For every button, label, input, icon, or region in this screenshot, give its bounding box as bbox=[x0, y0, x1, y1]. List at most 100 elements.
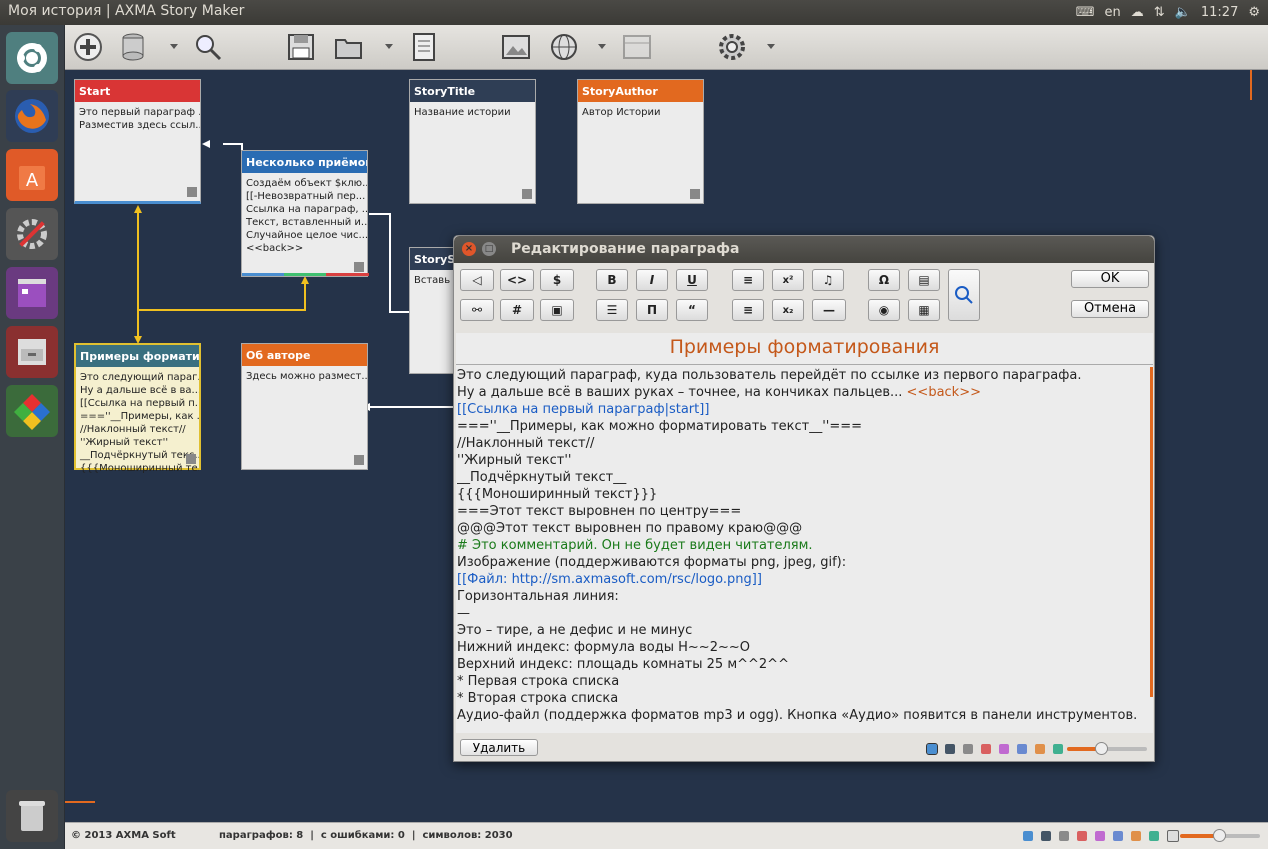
list-button[interactable]: ☰ bbox=[596, 299, 628, 321]
panel-button[interactable]: ▤ bbox=[908, 269, 940, 291]
clock[interactable]: 11:27 bbox=[1201, 5, 1238, 20]
files-icon[interactable] bbox=[6, 326, 58, 378]
paragraph-text-area[interactable]: Это следующий параграф, куда пользовател… bbox=[457, 367, 1149, 725]
hash-button[interactable]: # bbox=[500, 299, 534, 321]
resize-handle[interactable] bbox=[187, 187, 197, 197]
network-icon[interactable]: ⇅ bbox=[1154, 5, 1165, 20]
subscript-button[interactable]: x₂ bbox=[772, 299, 804, 321]
calendar-icon[interactable] bbox=[621, 31, 653, 63]
axma-story-maker-icon[interactable] bbox=[6, 385, 58, 437]
power-icon[interactable]: ⚙ bbox=[1248, 5, 1260, 20]
trash-icon[interactable] bbox=[6, 790, 58, 842]
paragraph-card-tricks[interactable]: Несколько приёмов Создаём объект $клю...… bbox=[241, 150, 369, 277]
audio-button[interactable]: ♫ bbox=[812, 269, 844, 291]
svg-text:A: A bbox=[26, 170, 39, 191]
search-icon[interactable] bbox=[192, 31, 224, 63]
delete-button[interactable]: Удалить bbox=[460, 739, 538, 756]
resize-handle[interactable] bbox=[186, 454, 196, 464]
cloud-icon[interactable]: ☁ bbox=[1131, 5, 1144, 20]
paragraph-card-formatting[interactable]: Примеры форматир... Это следующий параг.… bbox=[74, 343, 201, 474]
quote-button[interactable]: “ bbox=[676, 299, 708, 321]
underline-button[interactable]: U bbox=[676, 269, 708, 291]
close-icon[interactable]: × bbox=[462, 242, 476, 256]
system-settings-icon[interactable] bbox=[6, 208, 58, 260]
color-swatch-slate[interactable] bbox=[945, 744, 955, 754]
scrollbar[interactable] bbox=[1150, 367, 1153, 697]
align-right-button[interactable]: ≡ bbox=[732, 299, 764, 321]
color-swatch-purple[interactable] bbox=[999, 744, 1009, 754]
bold-button[interactable]: B bbox=[596, 269, 628, 291]
color-swatch-gray[interactable] bbox=[1059, 831, 1069, 841]
paragraph-editor[interactable]: Примеры форматирования Это следующий пар… bbox=[456, 333, 1153, 733]
editor-line: ''Жирный текст'' bbox=[457, 453, 572, 468]
special-char-button[interactable]: Ω bbox=[868, 269, 900, 291]
color-swatch-none[interactable] bbox=[1167, 830, 1179, 842]
zoom-slider[interactable] bbox=[1067, 742, 1147, 755]
top-panel: Моя история | AXMA Story Maker ⌨ en ☁ ⇅ … bbox=[0, 0, 1268, 25]
image-icon[interactable] bbox=[500, 31, 532, 63]
zoom-icon[interactable] bbox=[948, 269, 980, 321]
monospace-button[interactable]: Π bbox=[636, 299, 668, 321]
preview-button[interactable]: ◉ bbox=[868, 299, 900, 321]
canvas-zoom-slider[interactable] bbox=[1180, 829, 1260, 842]
resize-handle[interactable] bbox=[522, 189, 532, 199]
save-icon[interactable] bbox=[285, 31, 317, 63]
settings-icon[interactable] bbox=[716, 31, 748, 63]
notes-icon[interactable] bbox=[408, 31, 440, 63]
volume-icon[interactable]: 🔈 bbox=[1175, 5, 1191, 20]
superscript-button[interactable]: x² bbox=[772, 269, 804, 291]
color-swatch-red[interactable] bbox=[981, 744, 991, 754]
card-title: StorySu bbox=[410, 248, 458, 270]
paragraph-card-about[interactable]: Об авторе Здесь можно размест... bbox=[241, 343, 368, 470]
workspace-switcher-icon[interactable] bbox=[6, 267, 58, 319]
slider-handle[interactable] bbox=[1213, 829, 1226, 842]
slider-handle[interactable] bbox=[1095, 742, 1108, 755]
chevron-down-icon[interactable] bbox=[170, 44, 178, 49]
paragraph-card-storyauthor[interactable]: StoryAuthor Автор Истории bbox=[577, 79, 704, 204]
chevron-down-icon[interactable] bbox=[385, 44, 393, 49]
color-swatch-slate[interactable] bbox=[1041, 831, 1051, 841]
italic-button[interactable]: I bbox=[636, 269, 668, 291]
variable-dropdown-button[interactable]: $ bbox=[540, 269, 574, 291]
color-swatch-blue[interactable] bbox=[926, 743, 938, 755]
table-button[interactable]: ▦ bbox=[908, 299, 940, 321]
dash-dropdown-button[interactable]: — bbox=[812, 299, 846, 321]
globe-icon[interactable] bbox=[548, 31, 580, 63]
firefox-icon[interactable] bbox=[6, 90, 58, 142]
resize-handle[interactable] bbox=[354, 455, 364, 465]
maximize-icon[interactable]: □ bbox=[482, 242, 496, 256]
add-paragraph-button[interactable] bbox=[72, 31, 104, 63]
image-link-dropdown-button[interactable]: ⚯ bbox=[460, 299, 494, 321]
link-dropdown-button[interactable]: ◁ bbox=[460, 269, 494, 291]
resize-handle[interactable] bbox=[354, 262, 364, 272]
color-swatch-periwinkle[interactable] bbox=[1017, 744, 1027, 754]
insert-image-dropdown-button[interactable]: ▣ bbox=[540, 299, 574, 321]
color-swatch-teal[interactable] bbox=[1149, 831, 1159, 841]
language-indicator[interactable]: en bbox=[1105, 5, 1121, 20]
cancel-button[interactable]: Отмена bbox=[1071, 300, 1149, 318]
chevron-down-icon[interactable] bbox=[767, 44, 775, 49]
align-center-button[interactable]: ≡ bbox=[732, 269, 764, 291]
color-swatch-blue[interactable] bbox=[1023, 831, 1033, 841]
color-swatch-orange[interactable] bbox=[1131, 831, 1141, 841]
color-swatch-periwinkle[interactable] bbox=[1113, 831, 1123, 841]
color-swatch-gray[interactable] bbox=[963, 744, 973, 754]
database-icon[interactable] bbox=[117, 31, 149, 63]
paragraph-card-storytitle[interactable]: StoryTitle Название истории bbox=[409, 79, 536, 204]
ok-button[interactable]: OK bbox=[1071, 270, 1149, 288]
color-swatch-teal[interactable] bbox=[1053, 744, 1063, 754]
code-dropdown-button[interactable]: <> bbox=[500, 269, 534, 291]
ubuntu-dash-icon[interactable] bbox=[6, 32, 58, 84]
color-swatch-red[interactable] bbox=[1077, 831, 1087, 841]
paragraph-card-storysubtitle[interactable]: StorySu Вставь bbox=[409, 247, 459, 374]
paragraph-card-start[interactable]: Start Это первый параграф ... Разместив … bbox=[74, 79, 201, 204]
open-folder-icon[interactable] bbox=[333, 31, 365, 63]
dialog-titlebar[interactable]: × □ Редактирование параграфа bbox=[454, 236, 1154, 263]
resize-handle[interactable] bbox=[690, 189, 700, 199]
chevron-down-icon[interactable] bbox=[598, 44, 606, 49]
color-swatch-purple[interactable] bbox=[1095, 831, 1105, 841]
software-center-icon[interactable]: A bbox=[6, 149, 58, 201]
keyboard-icon[interactable]: ⌨ bbox=[1076, 5, 1095, 20]
color-swatch-orange[interactable] bbox=[1035, 744, 1045, 754]
paragraph-title-input[interactable]: Примеры форматирования bbox=[456, 333, 1153, 361]
